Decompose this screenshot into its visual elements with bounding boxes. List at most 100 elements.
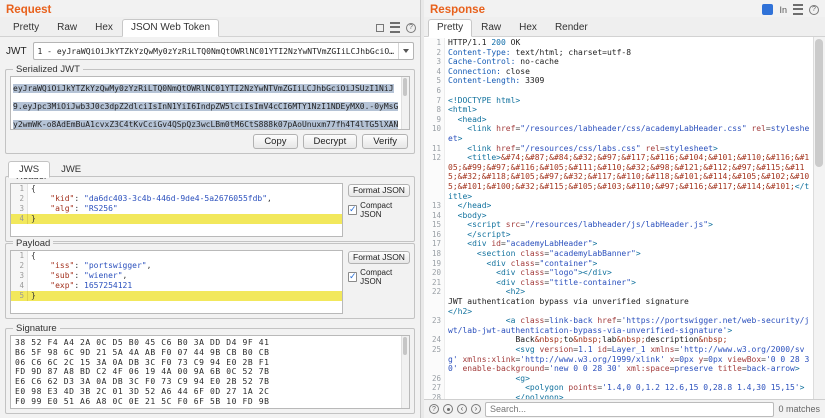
serialized-jwt-label: Serialized JWT	[13, 64, 83, 75]
jwt-token-select[interactable]: 1 - eyJraWQiOiJkYTZkYzQwMy0zYzRiLTQ0NmQt…	[33, 42, 414, 60]
copy-button[interactable]: Copy	[253, 134, 297, 149]
inspector-label: In	[779, 5, 787, 15]
signature-scrollbar[interactable]	[401, 336, 409, 408]
search-input[interactable]	[485, 402, 774, 417]
code-line: 28 </polygon>	[424, 393, 814, 399]
code-line: 15 <script src="/resources/labheader/js/…	[424, 220, 814, 230]
compact-json-label: Compact JSON	[360, 201, 410, 219]
response-tab-pretty[interactable]: Pretty	[428, 19, 472, 37]
code-line: 22 <h2>	[424, 287, 814, 297]
burp-repeater-view: Request Pretty Raw Hex JSON Web Token JW…	[0, 0, 825, 418]
popout-icon[interactable]	[376, 24, 384, 32]
hex-row: FD 9D 87 A8 BD C2 4F 06 19 4A 00 9A 6B 0…	[15, 367, 399, 377]
hex-row: B6 5F 98 6C 9D 21 5A 4A AB F0 07 44 9B C…	[15, 348, 399, 358]
code-line: 6	[424, 86, 814, 96]
code-line: 10 <link href="/resources/labheader/css/…	[424, 124, 814, 143]
code-line: 1{	[11, 184, 342, 194]
code-line: 4 "exp": 1657254121	[11, 281, 342, 291]
scrollbar-thumb[interactable]	[815, 39, 823, 167]
code-line: 2 "iss": "portswigger",	[11, 261, 342, 271]
verify-button[interactable]: Verify	[362, 134, 408, 149]
hex-row: E0 98 E3 4D 3B 2C 01 3D 52 A6 44 6F 0D 2…	[15, 387, 399, 397]
jwt-label: JWT	[6, 46, 27, 57]
code-line: 19 <div class="container">	[424, 259, 814, 269]
code-line: 16 </script>	[424, 230, 814, 240]
request-tab-pretty[interactable]: Pretty	[4, 19, 48, 37]
code-line: 25 <svg version=1.1 id=Layer_1 xmlns='ht…	[424, 345, 814, 374]
signature-hex-view[interactable]: 38 52 F4 A4 2A 0C D5 B0 45 C6 B0 3A DD D…	[10, 335, 410, 409]
search-help-icon[interactable]	[429, 404, 439, 414]
request-header-lines: 1{2 "kid": "da6dc403-3c4b-446d-9de4-5a26…	[11, 184, 342, 224]
response-tab-hex[interactable]: Hex	[510, 19, 546, 37]
previous-match-icon[interactable]	[457, 404, 467, 414]
inspector-icon[interactable]	[762, 4, 773, 15]
compact-json-checkbox[interactable]: Compact JSON	[348, 201, 410, 219]
checkbox-checked-icon[interactable]	[348, 205, 357, 215]
chevron-down-icon[interactable]	[398, 43, 413, 59]
hex-row: 38 52 F4 A4 2A 0C D5 B0 45 C6 B0 3A DD D…	[15, 338, 399, 348]
jwt-payload-group: Payload 1{2 "iss": "portswigger",3 "sub"…	[5, 243, 415, 319]
request-panel: Request Pretty Raw Hex JSON Web Token JW…	[0, 0, 421, 418]
hex-row: F0 99 E0 51 A6 A8 0C 0E 21 5C F0 6F 5B 1…	[15, 397, 399, 407]
code-line: 5}	[11, 291, 342, 301]
code-line: 4Connection: close	[424, 67, 814, 77]
response-panel-title: Response	[430, 4, 485, 16]
serialized-jwt-group: Serialized JWT eyJraWQiOiJkYTZkYzQwMy0zY…	[5, 69, 415, 154]
code-line: 7<!DOCTYPE html>	[424, 96, 814, 106]
response-tab-raw[interactable]: Raw	[472, 19, 510, 37]
jwt-signature-label: Signature	[13, 323, 60, 334]
decrypt-button[interactable]: Decrypt	[303, 134, 358, 149]
jwt-header-editor[interactable]: 1{2 "kid": "da6dc403-3c4b-446d-9de4-5a26…	[10, 183, 343, 237]
tab-jws[interactable]: JWS	[8, 161, 50, 178]
response-search-bar: 0 matches	[424, 399, 825, 418]
jwt-payload-controls: Format JSON Compact JSON	[348, 250, 410, 314]
menu-icon[interactable]	[793, 4, 803, 15]
search-settings-icon[interactable]	[443, 404, 453, 414]
serialized-jwt-scrollbar[interactable]	[401, 77, 409, 129]
jwt-header-group: Header 1{2 "kid": "da6dc403-3c4b-446d-9d…	[5, 176, 415, 242]
format-json-button[interactable]: Format JSON	[348, 184, 410, 197]
jwt-payload-label: Payload	[13, 238, 53, 249]
request-payload-lines: 1{2 "iss": "portswigger",3 "sub": "wiene…	[11, 251, 342, 301]
scrollbar-thumb[interactable]	[403, 78, 407, 96]
code-line: 3 "sub": "wiener",	[11, 271, 342, 281]
code-line: 1HTTP/1.1 200 OK	[424, 38, 814, 48]
response-panel-header: Response In	[424, 0, 825, 17]
code-line: 14 <body>	[424, 211, 814, 221]
help-icon[interactable]	[809, 5, 819, 15]
code-line: 5Content-Length: 3309	[424, 76, 814, 86]
code-line: 27 <polygon points='1.4,0 0,1.2 12.6,15 …	[424, 383, 814, 393]
code-line: 9 <head>	[424, 115, 814, 125]
request-panel-title: Request	[6, 4, 51, 16]
compact-json-checkbox[interactable]: Compact JSON	[348, 268, 410, 286]
serialized-jwt-textarea[interactable]: eyJraWQiOiJkYTZkYzQwMy0zYzRiLTQ0NmQtOWRl…	[10, 76, 410, 130]
menu-icon[interactable]	[390, 22, 400, 33]
format-json-button[interactable]: Format JSON	[348, 251, 410, 264]
response-tabs-bar: Pretty Raw Hex Render	[424, 17, 825, 37]
response-tab-render[interactable]: Render	[546, 19, 597, 37]
code-line: 13 </head>	[424, 201, 814, 211]
request-tabs-bar: Pretty Raw Hex JSON Web Token	[0, 17, 420, 37]
scrollbar-thumb[interactable]	[403, 337, 407, 355]
code-line: 18 <section class="academyLabBanner">	[424, 249, 814, 259]
code-line: 12 <title>&#74;&#87;&#84;&#32;&#97;&#117…	[424, 153, 814, 201]
help-icon[interactable]	[406, 23, 416, 33]
serialized-jwt-buttons: Copy Decrypt Verify	[10, 130, 410, 149]
tab-jwe[interactable]: JWE	[50, 161, 92, 178]
request-tab-json-web-token[interactable]: JSON Web Token	[122, 19, 219, 37]
signature-hex: 38 52 F4 A4 2A 0C D5 B0 45 C6 B0 3A DD D…	[15, 338, 399, 407]
code-line: 2Content-Type: text/html; charset=utf-8	[424, 48, 814, 58]
response-scrollbar[interactable]	[813, 37, 825, 399]
response-panel: Response In Pretty Raw Hex Render 1HTTP/…	[424, 0, 825, 418]
next-match-icon[interactable]	[471, 404, 481, 414]
checkbox-checked-icon[interactable]	[348, 272, 357, 282]
request-tab-raw[interactable]: Raw	[48, 19, 86, 37]
code-line: 2 "kid": "da6dc403-3c4b-446d-9de4-5a2676…	[11, 194, 342, 204]
code-line: 4}	[11, 214, 342, 224]
request-tab-hex[interactable]: Hex	[86, 19, 122, 37]
code-line: 3Cache-Control: no-cache	[424, 57, 814, 67]
request-tab-icons	[376, 22, 416, 36]
jwt-payload-editor[interactable]: 1{2 "iss": "portswigger",3 "sub": "wiene…	[10, 250, 343, 314]
hex-row: 06 C6 6C 2C 15 3A 0A DB 3C F0 73 C9 94 E…	[15, 358, 399, 368]
response-header-icons: In	[762, 4, 819, 15]
